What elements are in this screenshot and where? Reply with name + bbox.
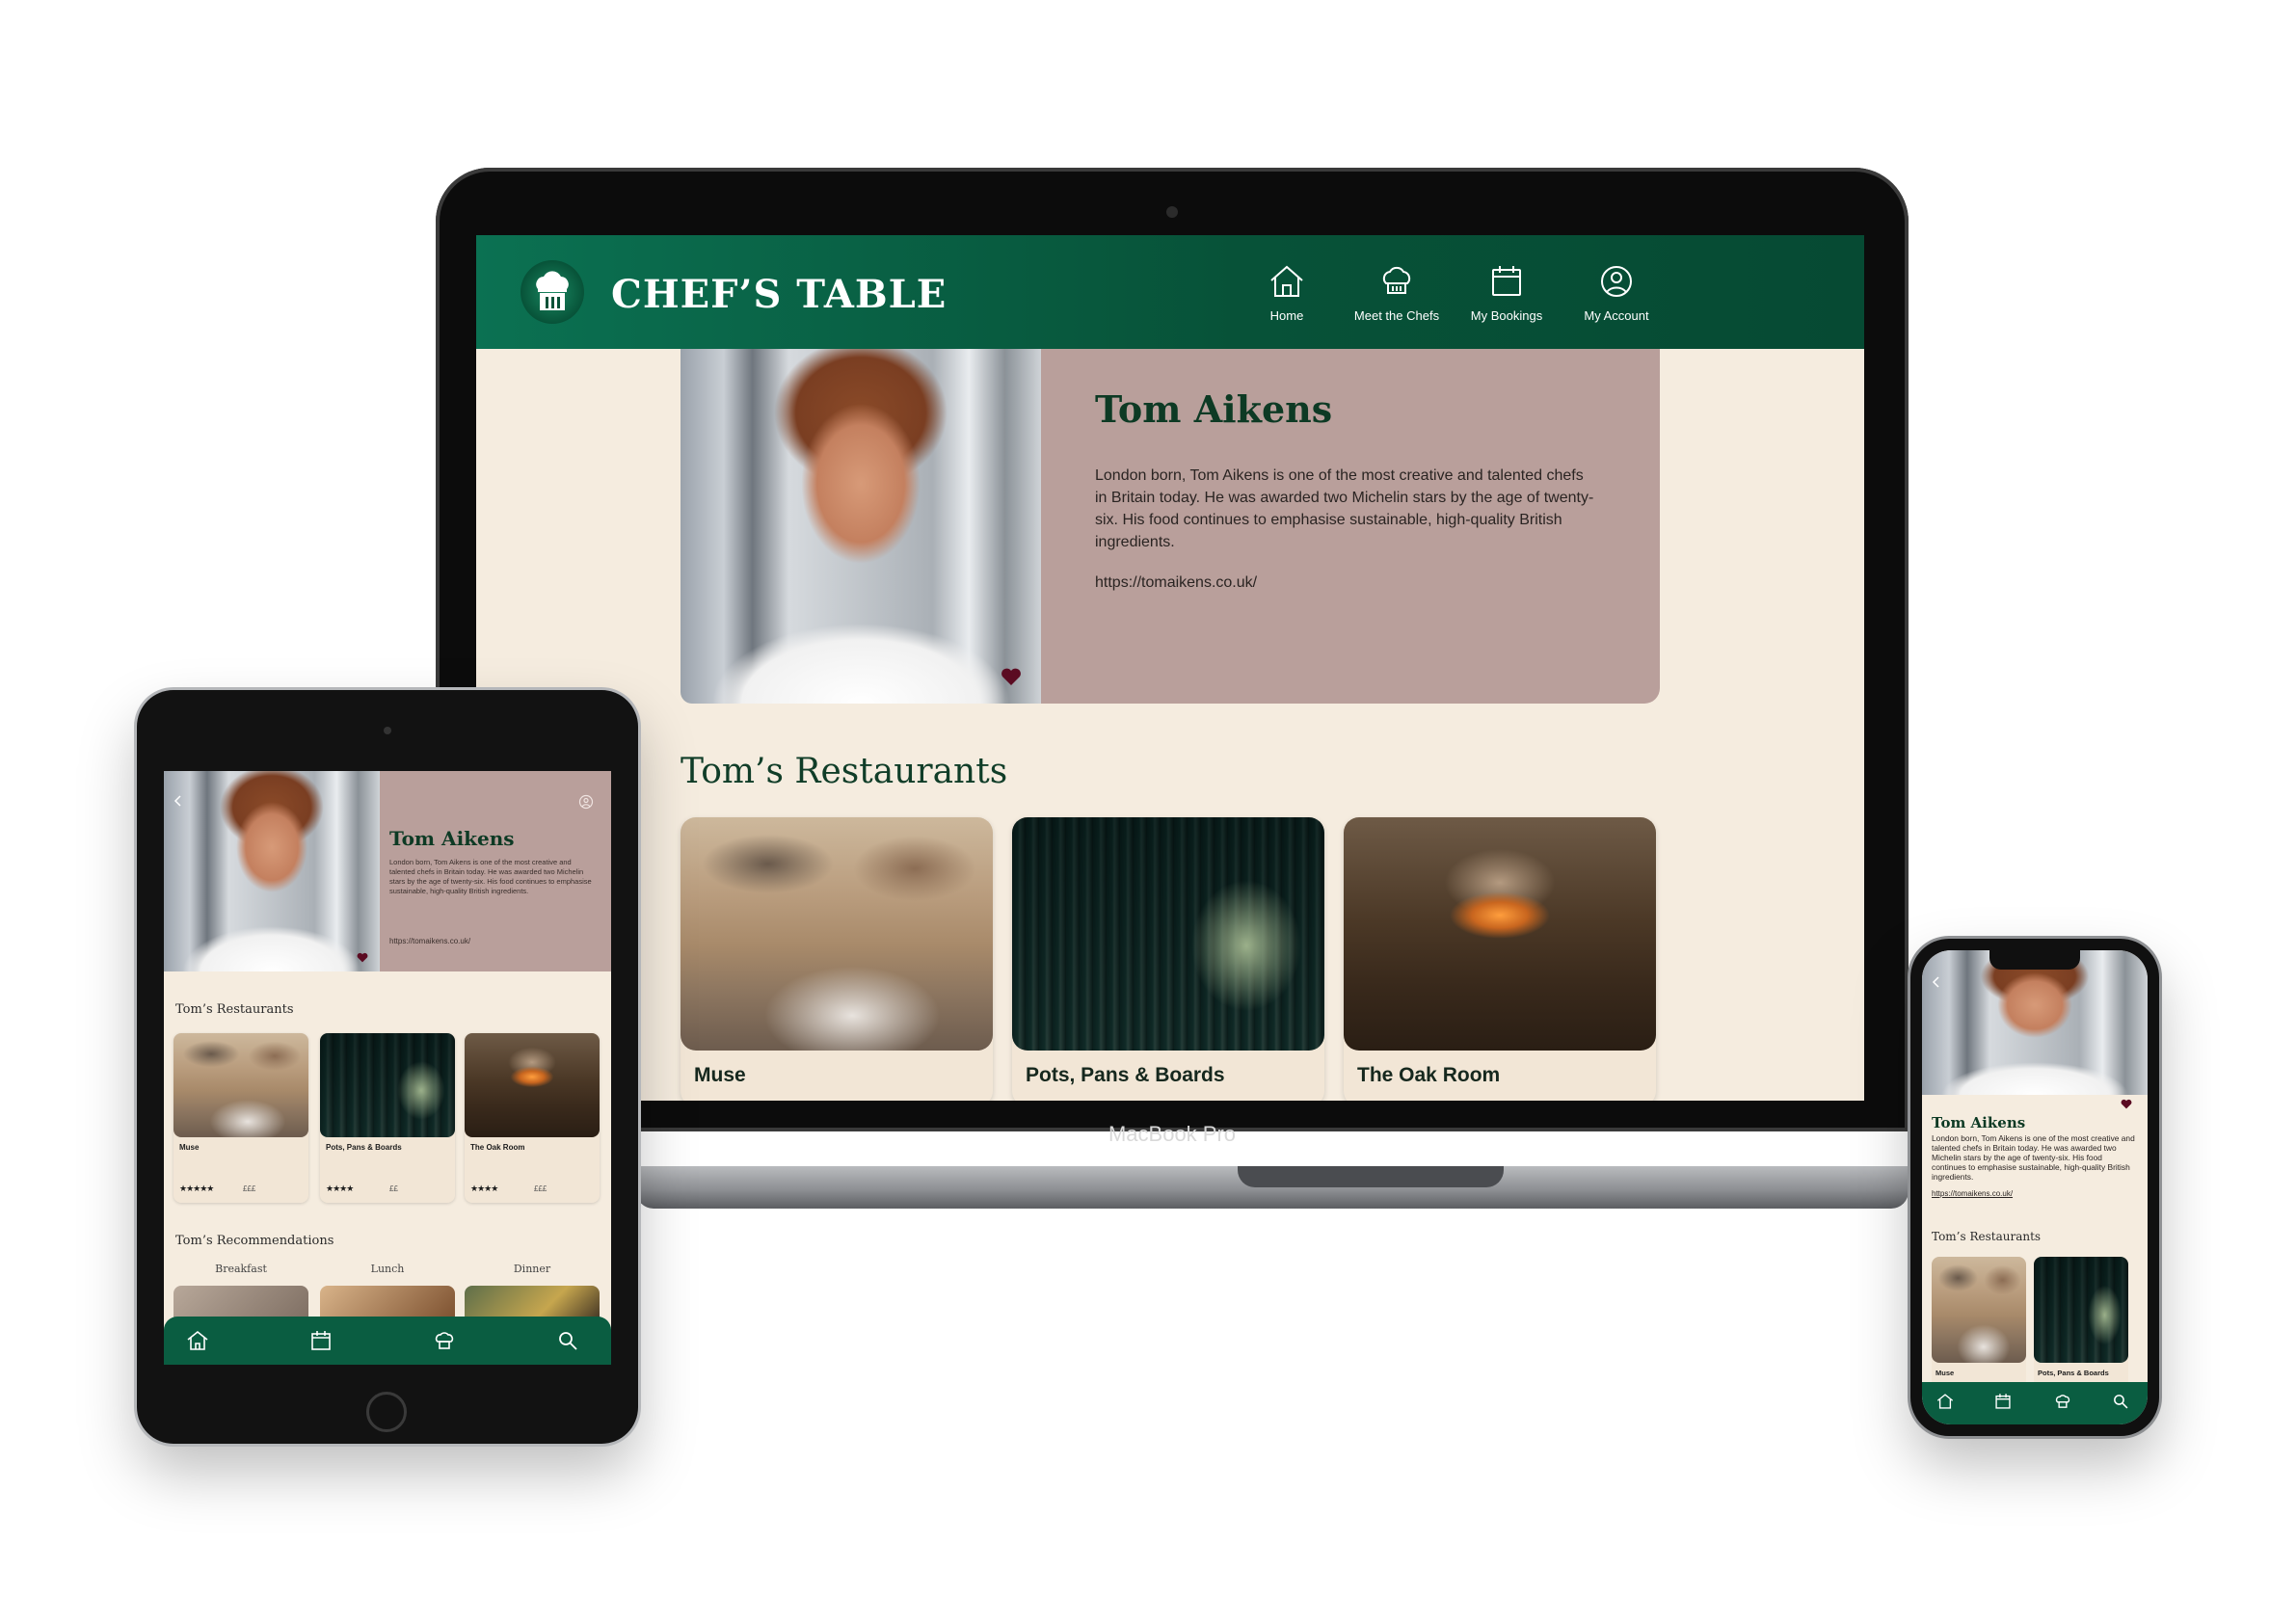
home-icon xyxy=(1270,265,1303,297)
chef-hat-icon[interactable] xyxy=(2053,1392,2072,1411)
restaurant-name: Pots, Pans & Boards xyxy=(326,1143,402,1152)
account-icon xyxy=(1601,266,1632,297)
laptop-device: CHEF’S TABLE Home Meet the Chefs My Book… xyxy=(436,168,1909,1209)
nav-my-account-label: My Account xyxy=(1584,308,1649,323)
restaurant-card[interactable]: Muse xyxy=(1932,1257,2026,1388)
home-button[interactable] xyxy=(366,1392,407,1432)
nav-home-label: Home xyxy=(1269,308,1304,323)
device-label: MacBook Pro xyxy=(1108,1122,1237,1146)
nav-my-bookings[interactable]: My Bookings xyxy=(1444,260,1569,337)
camera xyxy=(384,727,391,734)
phone-screen: Tom Aikens London born, Tom Aikens is on… xyxy=(1922,950,2148,1424)
chef-photo xyxy=(164,771,380,971)
chef-name: Tom Aikens xyxy=(1095,387,1333,431)
restaurants-heading: Tom’s Restaurants xyxy=(175,1002,294,1017)
chef-info-card: Tom Aikens London born, Tom Aikens is on… xyxy=(380,771,611,971)
phone-device: Tom Aikens London born, Tom Aikens is on… xyxy=(1910,939,2159,1436)
bottom-tab-bar xyxy=(1922,1382,2148,1424)
back-icon[interactable] xyxy=(172,794,185,808)
laptop-lid: CHEF’S TABLE Home Meet the Chefs My Book… xyxy=(436,168,1909,1146)
nav-meet-the-chefs[interactable]: Meet the Chefs xyxy=(1334,260,1459,337)
restaurant-image xyxy=(1344,817,1656,1051)
restaurant-image xyxy=(320,1033,455,1137)
chef-hat-logo-icon[interactable] xyxy=(521,260,584,324)
chef-photo xyxy=(1922,950,2148,1095)
restaurant-card[interactable]: Pots, Pans & Boards xyxy=(2034,1257,2128,1388)
tablet-device: Tom Aikens London born, Tom Aikens is on… xyxy=(137,690,638,1444)
price-level: £££ xyxy=(243,1184,256,1193)
restaurant-image xyxy=(1932,1257,2026,1363)
restaurant-card[interactable]: The Oak Room ★★★★ £££ xyxy=(465,1033,600,1203)
favorite-heart-icon[interactable] xyxy=(2121,1099,2132,1109)
tablet-screen: Tom Aikens London born, Tom Aikens is on… xyxy=(164,771,611,1365)
chef-bio: London born, Tom Aikens is one of the mo… xyxy=(1932,1133,2135,1182)
restaurant-card[interactable]: Pots, Pans & Boards xyxy=(1012,817,1324,1101)
restaurants-heading: Tom’s Restaurants xyxy=(681,752,1008,791)
search-icon[interactable] xyxy=(555,1328,580,1353)
calendar-icon[interactable] xyxy=(308,1328,334,1353)
restaurant-name: The Oak Room xyxy=(470,1143,525,1152)
restaurant-image xyxy=(681,817,993,1051)
nav-meet-chefs-label: Meet the Chefs xyxy=(1353,308,1440,323)
restaurant-image xyxy=(2034,1257,2128,1363)
laptop-base xyxy=(636,1166,1909,1209)
chef-name: Tom Aikens xyxy=(389,827,515,850)
home-icon[interactable] xyxy=(185,1328,210,1353)
chef-bio: London born, Tom Aikens is one of the mo… xyxy=(1095,467,1594,550)
rating-stars: ★★★★★ xyxy=(179,1184,214,1193)
restaurant-name: Muse xyxy=(179,1143,200,1152)
nav-my-bookings-label: My Bookings xyxy=(1470,308,1543,323)
restaurant-name: Pots, Pans & Boards xyxy=(2038,1369,2109,1377)
recommendations-heading: Tom’s Recommendations xyxy=(175,1234,334,1248)
chef-name: Tom Aikens xyxy=(1932,1114,2026,1131)
restaurant-name: Pots, Pans & Boards xyxy=(1026,1064,1225,1086)
price-level: £££ xyxy=(534,1184,547,1193)
back-icon[interactable] xyxy=(1930,975,1943,989)
restaurants-heading: Tom’s Restaurants xyxy=(1932,1230,2042,1243)
bottom-tab-bar xyxy=(164,1317,611,1365)
laptop-screen: CHEF’S TABLE Home Meet the Chefs My Book… xyxy=(476,235,1864,1101)
chef-website-link[interactable]: https://tomaikens.co.uk/ xyxy=(1095,574,1257,592)
restaurant-card[interactable]: The Oak Room xyxy=(1344,817,1656,1101)
calendar-icon xyxy=(1492,266,1521,296)
app-header: CHEF’S TABLE Home Meet the Chefs My Book… xyxy=(476,235,1864,349)
meal-label-breakfast: Breakfast xyxy=(215,1263,267,1275)
account-icon[interactable] xyxy=(578,794,594,810)
chef-hat-icon[interactable] xyxy=(432,1328,457,1353)
search-icon[interactable] xyxy=(2111,1392,2130,1411)
restaurant-card[interactable]: Muse ★★★★★ £££ xyxy=(174,1033,308,1203)
restaurant-image xyxy=(465,1033,600,1137)
nav-my-account[interactable]: My Account xyxy=(1554,260,1679,337)
restaurant-card[interactable]: Muse xyxy=(681,817,993,1101)
restaurant-image xyxy=(174,1033,308,1137)
laptop-notch xyxy=(1238,1166,1504,1187)
chef-website-link[interactable]: https://tomaikens.co.uk/ xyxy=(1932,1189,2013,1198)
phone-notch xyxy=(1989,950,2080,970)
price-level: ££ xyxy=(389,1184,398,1193)
restaurant-image xyxy=(1012,817,1324,1051)
brand-title: CHEF’S TABLE xyxy=(611,272,948,317)
restaurant-card[interactable]: Pots, Pans & Boards ★★★★ ££ xyxy=(320,1033,455,1203)
restaurant-name: Muse xyxy=(1936,1369,1955,1377)
camera xyxy=(1166,206,1178,218)
chef-website-link[interactable]: https://tomaikens.co.uk/ xyxy=(389,937,470,945)
chef-info-card: Tom Aikens London born, Tom Aikens is on… xyxy=(1041,349,1660,704)
restaurant-name: The Oak Room xyxy=(1357,1064,1501,1086)
chef-bio: London born, Tom Aikens is one of the mo… xyxy=(389,858,592,895)
chef-hat-icon xyxy=(1382,266,1411,294)
chef-info-card: Tom Aikens London born, Tom Aikens is on… xyxy=(1928,1095,2142,1207)
rating-stars: ★★★★ xyxy=(470,1184,498,1193)
favorite-heart-icon[interactable] xyxy=(357,952,368,963)
rating-stars: ★★★★ xyxy=(326,1184,354,1193)
home-icon[interactable] xyxy=(1936,1392,1955,1411)
favorite-heart-icon[interactable] xyxy=(1001,667,1022,686)
calendar-icon[interactable] xyxy=(1993,1392,2013,1411)
chef-photo xyxy=(681,349,1041,704)
meal-label-lunch: Lunch xyxy=(370,1263,405,1275)
meal-label-dinner: Dinner xyxy=(513,1263,551,1275)
nav-home[interactable]: Home xyxy=(1224,260,1349,337)
restaurant-name: Muse xyxy=(694,1064,746,1086)
